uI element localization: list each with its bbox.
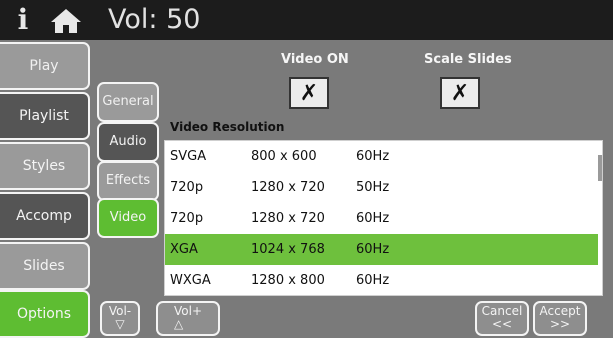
refresh-rate: 60Hz [356,242,390,257]
home-icon[interactable] [50,8,82,34]
refresh-rate: 60Hz [356,211,390,226]
refresh-rate: 60Hz [356,273,390,288]
scrollbar[interactable] [598,155,602,181]
tab-label: Audio [109,134,147,149]
options-panel: Play Playlist Styles Accomp Slides Optio… [0,40,613,338]
resolution-size: 800 x 600 [251,149,317,164]
tab-label: Video [109,210,147,225]
volume-display: Vol: 50 [108,4,201,35]
double-left-arrow-icon: << [491,317,513,331]
sidebar-item-styles[interactable]: Styles [0,142,90,190]
accept-button[interactable]: Accept >> [533,301,587,336]
check-mark-icon: ✗ [450,80,470,106]
list-item-selected[interactable]: XGA 1024 x 768 60Hz [165,234,598,265]
top-bar: i Vol: 50 [0,0,613,40]
sidebar-item-accomp[interactable]: Accomp [0,192,90,240]
resolution-size: 1280 x 720 [251,211,325,226]
resolution-name: 720p [170,211,204,226]
resolution-name: XGA [170,242,198,257]
video-on-label: Video ON [281,52,349,67]
sidebar-item-label: Playlist [19,108,69,124]
tab-label: Effects [105,173,151,188]
cancel-button[interactable]: Cancel << [475,301,529,336]
sidebar-item-options[interactable]: Options [0,290,90,338]
tab-effects[interactable]: Effects [97,161,159,201]
sidebar-item-label: Options [16,306,72,322]
vol-plus-button[interactable]: Vol+ △ [156,301,220,336]
sidebar-item-label: Accomp [16,208,72,224]
double-right-arrow-icon: >> [549,317,571,331]
resolution-label: Video Resolution [170,120,285,134]
resolution-name: WXGA [170,273,211,288]
check-mark-icon: ✗ [299,80,319,106]
tab-video[interactable]: Video [97,198,159,238]
app-window: i Vol: 50 Play Playlist Styles Accomp Sl… [0,0,613,338]
triangle-down-icon: ▽ [115,317,125,331]
scale-slides-checkbox[interactable]: ✗ [440,77,480,109]
sidebar-item-playlist[interactable]: Playlist [0,92,90,140]
list-item[interactable]: WXGA 1280 x 800 60Hz [165,265,598,295]
refresh-rate: 50Hz [356,180,390,195]
triangle-up-icon: △ [174,317,184,331]
sidebar-item-label: Slides [23,258,65,274]
scale-slides-label: Scale Slides [424,52,512,67]
sidebar-item-play[interactable]: Play [0,42,90,90]
resolution-size: 1280 x 720 [251,180,325,195]
tab-general[interactable]: General [97,82,159,122]
sidebar-item-label: Styles [22,158,66,174]
resolution-size: 1024 x 768 [251,242,325,257]
list-item[interactable]: 720p 1280 x 720 50Hz [165,172,598,203]
resolution-size: 1280 x 800 [251,273,325,288]
sidebar-item-slides[interactable]: Slides [0,242,90,290]
vol-minus-button[interactable]: Vol- ▽ [100,301,140,336]
video-on-checkbox[interactable]: ✗ [289,77,329,109]
tab-audio[interactable]: Audio [97,122,159,162]
resolution-list[interactable]: SVGA 800 x 600 60Hz 720p 1280 x 720 50Hz… [164,140,603,296]
info-icon[interactable]: i [12,4,34,36]
resolution-name: 720p [170,180,204,195]
tab-label: General [102,94,154,109]
list-item[interactable]: 720p 1280 x 720 60Hz [165,203,598,234]
vol-plus-label: Vol+ [174,304,203,318]
refresh-rate: 60Hz [356,149,390,164]
list-item[interactable]: SVGA 800 x 600 60Hz [165,141,598,172]
resolution-name: SVGA [170,149,207,164]
sidebar-item-label: Play [29,58,59,74]
